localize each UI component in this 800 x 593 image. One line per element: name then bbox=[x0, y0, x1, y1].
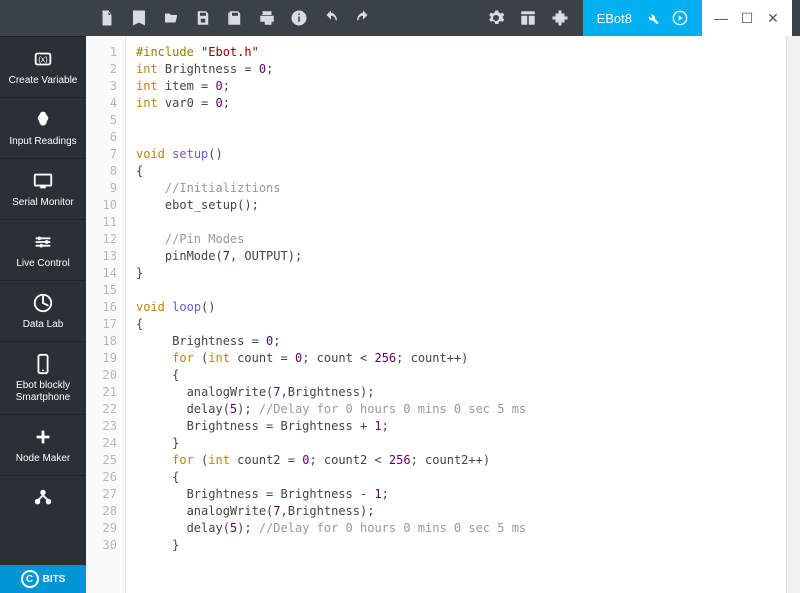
tools-icon[interactable] bbox=[644, 10, 660, 26]
sidebar-item-node-maker[interactable]: Node Maker bbox=[0, 414, 86, 475]
code-line[interactable]: } bbox=[136, 265, 778, 282]
code-line[interactable]: { bbox=[136, 163, 778, 180]
code-line[interactable]: Brightness = 0; bbox=[136, 333, 778, 350]
settings-icon[interactable] bbox=[487, 9, 505, 27]
code-line[interactable]: //Pin Modes bbox=[136, 231, 778, 248]
maximize-button[interactable]: ☐ bbox=[740, 11, 754, 25]
sidebar-icon bbox=[31, 425, 55, 449]
code-line[interactable]: ebot_setup(); bbox=[136, 197, 778, 214]
new-file-icon[interactable] bbox=[98, 9, 116, 27]
code-line[interactable]: { bbox=[136, 367, 778, 384]
code-line[interactable]: for (int count2 = 0; count2 < 256; count… bbox=[136, 452, 778, 469]
code-line[interactable]: analogWrite(7,Brightness); bbox=[136, 384, 778, 401]
code-line[interactable]: delay(5); //Delay for 0 hours 0 mins 0 s… bbox=[136, 401, 778, 418]
sidebar-icon bbox=[31, 291, 55, 315]
code-line[interactable]: int item = 0; bbox=[136, 78, 778, 95]
code-line[interactable] bbox=[136, 112, 778, 129]
sidebar-item-live-control[interactable]: Live Control bbox=[0, 219, 86, 280]
vertical-scrollbar[interactable] bbox=[786, 36, 800, 593]
code-line[interactable]: Brightness = Brightness - 1; bbox=[136, 486, 778, 503]
toolbar: EBot8 — ☐ ✕ bbox=[0, 0, 800, 36]
code-line[interactable]: int var0 = 0; bbox=[136, 95, 778, 112]
extension-icon[interactable] bbox=[551, 9, 569, 27]
sidebar-item-data-lab[interactable]: Data Lab bbox=[0, 280, 86, 341]
code-line[interactable]: for (int count = 0; count < 256; count++… bbox=[136, 350, 778, 367]
sidebar-item-label: Ebot blockly Smartphone bbox=[4, 380, 82, 404]
print-icon[interactable] bbox=[258, 9, 276, 27]
sidebar-icon bbox=[31, 352, 55, 376]
save-icon[interactable] bbox=[194, 9, 212, 27]
sidebar-item-label: Create Variable bbox=[4, 75, 82, 87]
book-icon[interactable] bbox=[130, 9, 148, 27]
code-line[interactable]: int Brightness = 0; bbox=[136, 61, 778, 78]
ebot-tab[interactable]: EBot8 bbox=[583, 0, 702, 36]
code-line[interactable]: #include "Ebot.h" bbox=[136, 44, 778, 61]
play-icon[interactable] bbox=[672, 10, 688, 26]
code-line[interactable] bbox=[136, 129, 778, 146]
sidebar-item-create-variable[interactable]: (x) Create Variable bbox=[0, 36, 86, 97]
svg-text:(x): (x) bbox=[38, 55, 48, 64]
code-line[interactable]: { bbox=[136, 469, 778, 486]
code-line[interactable]: } bbox=[136, 435, 778, 452]
undo-icon[interactable] bbox=[322, 9, 340, 27]
sidebar-icon: (x) bbox=[31, 47, 55, 71]
code-editor[interactable]: 1234567891011121314151617181920212223242… bbox=[86, 36, 800, 593]
sidebar-item-label: Input Readings bbox=[4, 136, 82, 148]
line-gutter: 1234567891011121314151617181920212223242… bbox=[86, 36, 126, 593]
sidebar-item-more[interactable] bbox=[0, 475, 86, 524]
sidebar-icon bbox=[31, 169, 55, 193]
redo-icon[interactable] bbox=[354, 9, 372, 27]
sidebar-item-serial-monitor[interactable]: Serial Monitor bbox=[0, 158, 86, 219]
sidebar-item-input-readings[interactable]: Input Readings bbox=[0, 97, 86, 158]
layout-icon[interactable] bbox=[519, 9, 537, 27]
sidebar-item-ebot-blockly-smartphone[interactable]: Ebot blockly Smartphone bbox=[0, 341, 86, 414]
code-line[interactable]: { bbox=[136, 316, 778, 333]
share-icon bbox=[31, 486, 55, 510]
sidebar-icon bbox=[31, 230, 55, 254]
code-line[interactable]: Brightness = Brightness + 1; bbox=[136, 418, 778, 435]
sidebar-footer-bits[interactable]: CBITS bbox=[0, 565, 86, 593]
code-line[interactable] bbox=[136, 282, 778, 299]
code-line[interactable] bbox=[136, 214, 778, 231]
sidebar: ≡ (x)Create VariableInput ReadingsSerial… bbox=[0, 0, 86, 593]
minimize-button[interactable]: — bbox=[714, 11, 728, 25]
sidebar-item-label: Serial Monitor bbox=[4, 197, 82, 209]
code-area[interactable]: #include "Ebot.h"int Brightness = 0;int … bbox=[126, 36, 786, 593]
sidebar-item-label: Node Maker bbox=[4, 453, 82, 465]
info-icon[interactable] bbox=[290, 9, 308, 27]
code-line[interactable]: analogWrite(7,Brightness); bbox=[136, 503, 778, 520]
code-line[interactable]: pinMode(7, OUTPUT); bbox=[136, 248, 778, 265]
window-controls: — ☐ ✕ bbox=[702, 0, 792, 36]
sidebar-item-label: Live Control bbox=[4, 258, 82, 270]
sidebar-icon bbox=[31, 108, 55, 132]
code-line[interactable]: //Initializtions bbox=[136, 180, 778, 197]
close-button[interactable]: ✕ bbox=[766, 11, 780, 25]
code-line[interactable]: void loop() bbox=[136, 299, 778, 316]
open-icon[interactable] bbox=[162, 9, 180, 27]
code-line[interactable]: } bbox=[136, 537, 778, 554]
code-line[interactable]: void setup() bbox=[136, 146, 778, 163]
save-as-icon[interactable] bbox=[226, 9, 244, 27]
code-line[interactable]: delay(5); //Delay for 0 hours 0 mins 0 s… bbox=[136, 520, 778, 537]
sidebar-item-label: Data Lab bbox=[4, 319, 82, 331]
